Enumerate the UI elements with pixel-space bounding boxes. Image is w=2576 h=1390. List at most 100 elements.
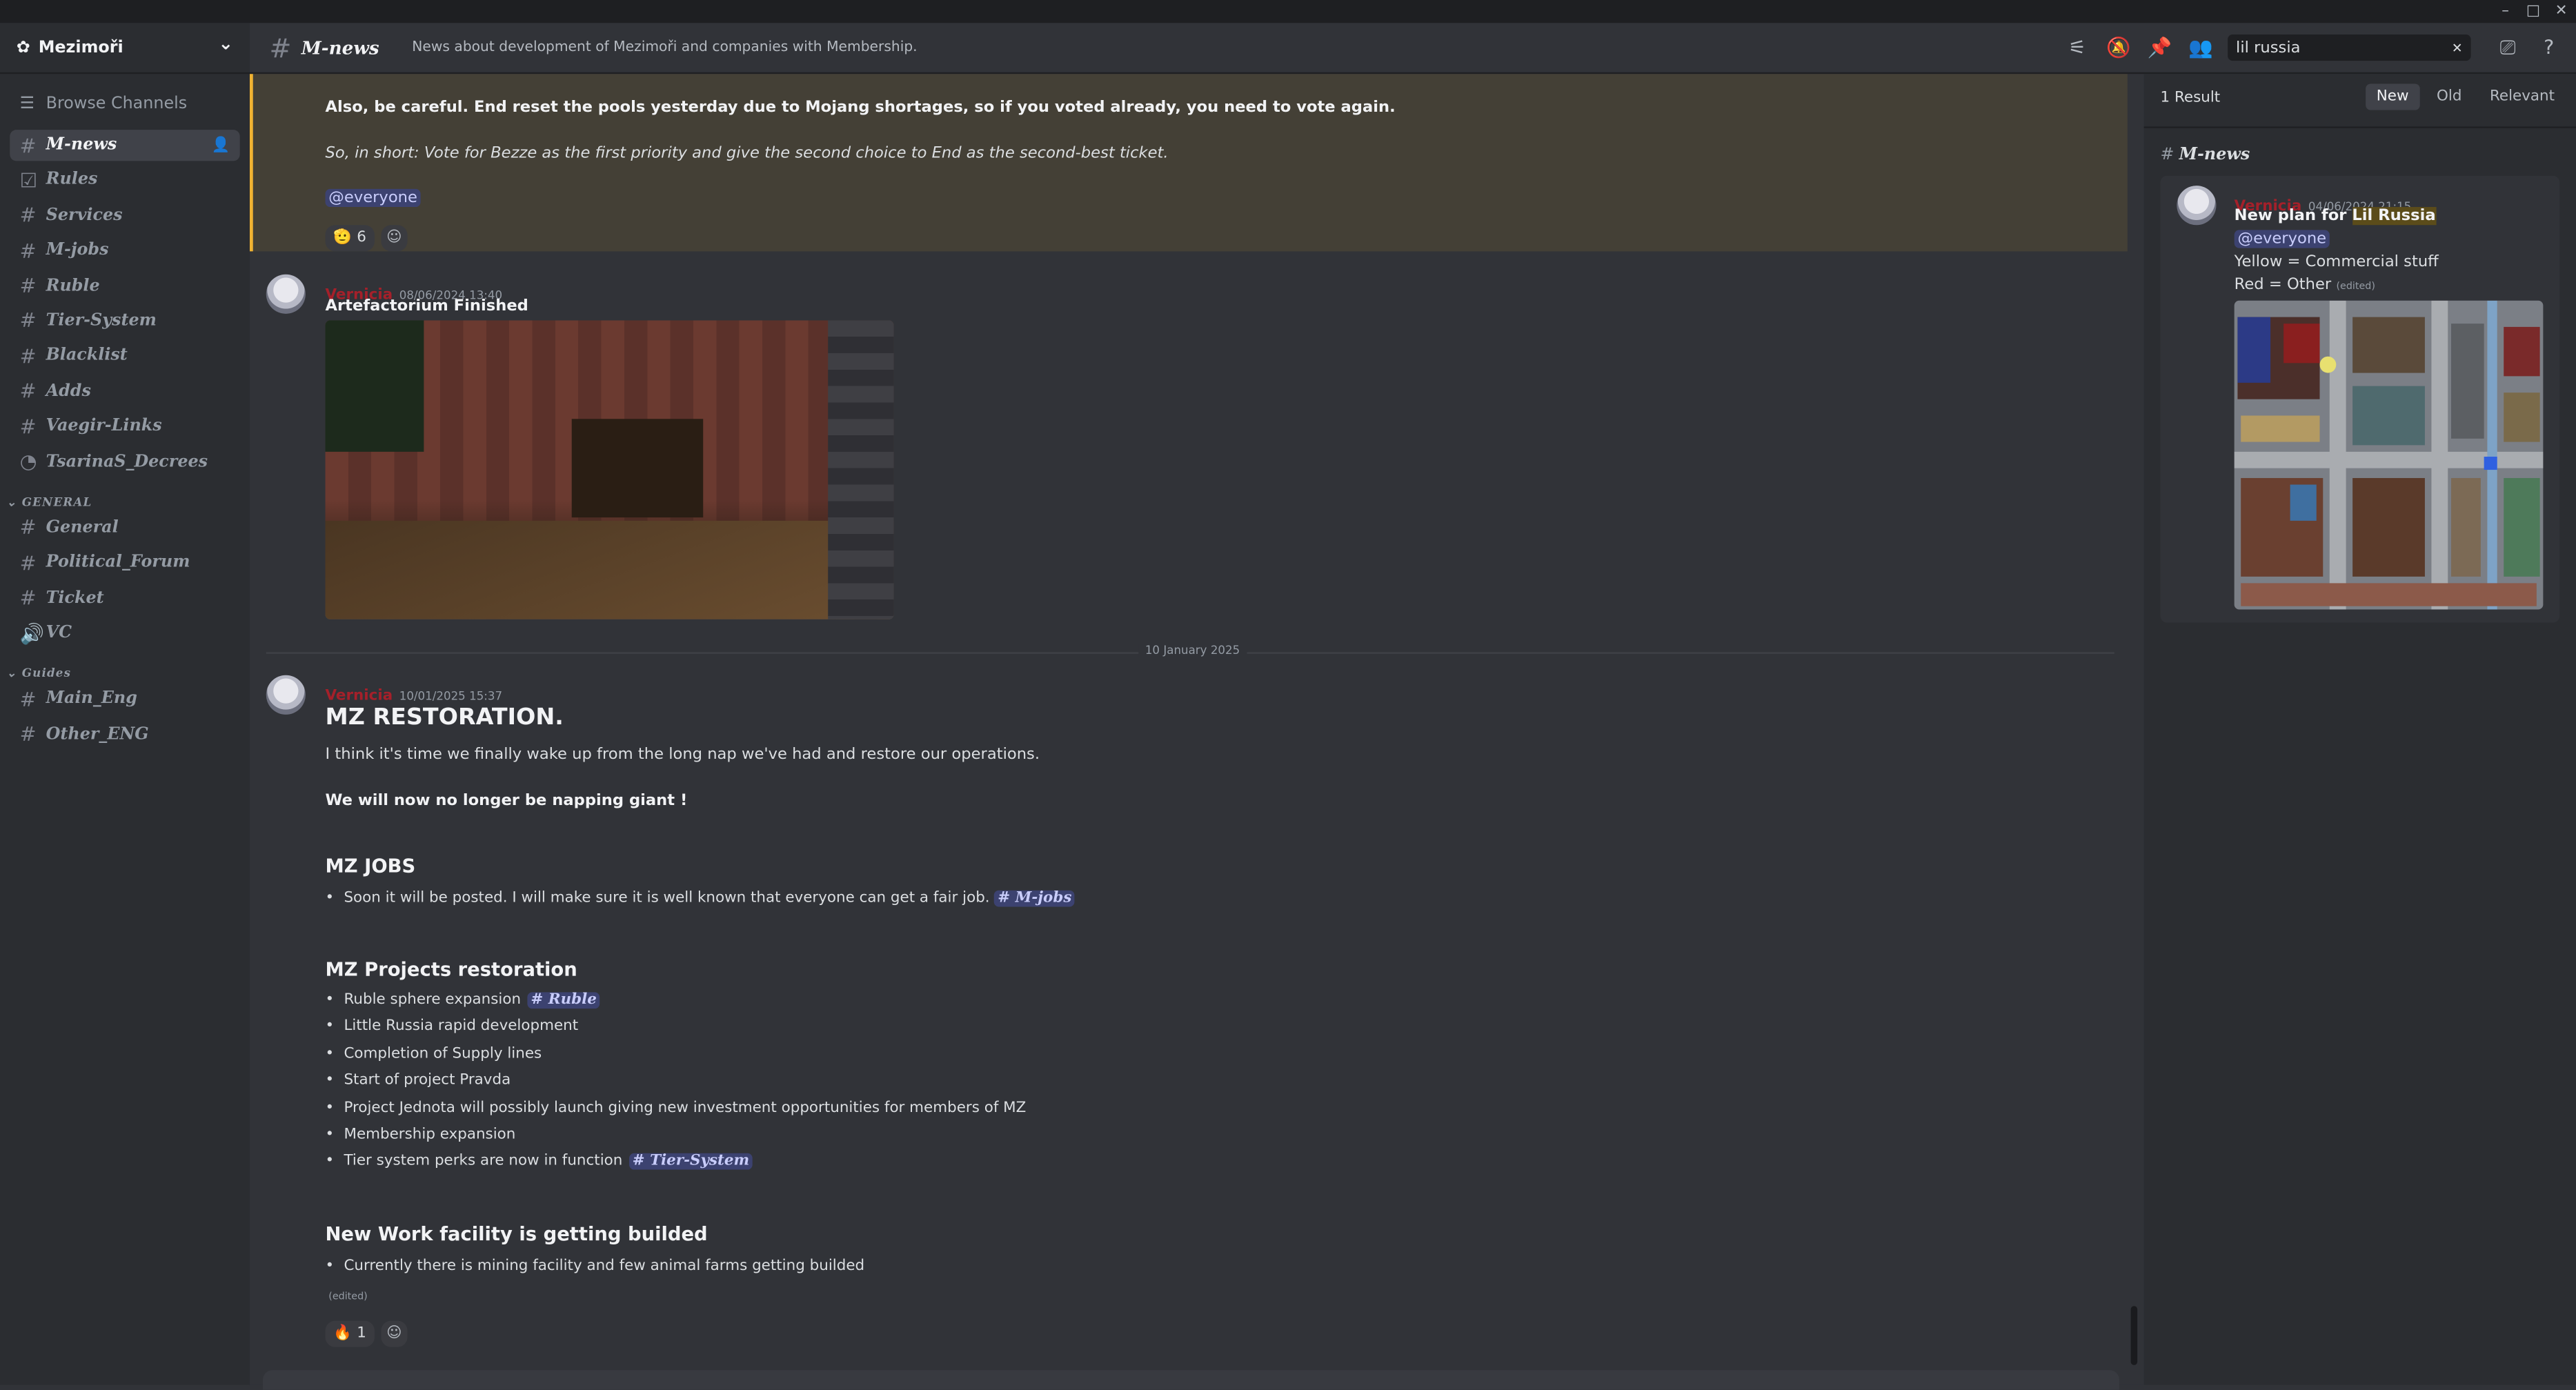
sidebar-item-label: Services [46, 206, 123, 225]
message-composer[interactable] [263, 1370, 2119, 1390]
search-input[interactable]: lil russia ✕ [2228, 34, 2471, 61]
salute-emoji-icon: 🫡 [333, 230, 353, 247]
map-block [2237, 317, 2271, 383]
list-item: Currently there is mining facility and f… [326, 1258, 865, 1275]
discord-window: – □ ✕ ✿ Mezimoři ⌄ ☰ Browse Channels # M-… [0, 0, 2576, 1390]
tab-new[interactable]: New [2365, 83, 2421, 110]
search-value: lil russia [2236, 38, 2301, 57]
sidebar-item-services[interactable]: # Services [10, 200, 239, 231]
help-icon[interactable]: ? [2528, 36, 2570, 59]
map-block [2504, 393, 2540, 442]
browse-channels-button[interactable]: ☰ Browse Channels [10, 87, 239, 120]
sidebar-item-general[interactable]: # General [10, 513, 239, 544]
list-item: Tier system perks are now in function # T… [326, 1153, 1027, 1181]
list-item: Little Russia rapid development [326, 1019, 1027, 1046]
hash-icon: # [19, 586, 37, 610]
result-channel-label: M-news [2179, 146, 2250, 165]
message-heading: MZ RESTORATION. [325, 704, 564, 731]
image-part [571, 419, 704, 518]
sidebar-item-rules[interactable]: ☑ Rules [10, 165, 239, 196]
channel-mention-ruble[interactable]: # Ruble [527, 992, 600, 1009]
map-block [2352, 317, 2425, 373]
sidebar-item-tier-system[interactable]: # Tier-System [10, 306, 239, 337]
invite-icon[interactable]: 👤 [212, 137, 230, 154]
sidebar-item-label: Political_Forum [46, 554, 190, 573]
sidebar-item-tsarinas-decrees[interactable]: ◔ TsarinaS_Decrees [10, 446, 239, 477]
tab-old[interactable]: Old [2425, 83, 2473, 110]
message-heading: MZ Projects restoration [325, 957, 577, 981]
member-list-icon[interactable]: 👥 [2180, 36, 2221, 59]
inbox-icon[interactable]: ⎚ [2487, 35, 2528, 60]
sidebar-item-ticket[interactable]: # Ticket [10, 583, 239, 614]
message-text: I think it's time we finally wake up fro… [325, 746, 1040, 764]
server-name: Mezimoři [38, 38, 123, 57]
pin-icon[interactable]: 📌 [2139, 36, 2181, 59]
hash-icon: # [19, 274, 37, 298]
sidebar-item-label: Tier-System [46, 312, 157, 330]
everyone-mention[interactable]: @everyone [325, 188, 421, 208]
notifications-muted-icon[interactable]: 🔕 [2098, 36, 2139, 59]
reaction-fire[interactable]: 🔥 1 [325, 1320, 375, 1347]
avatar[interactable] [2177, 186, 2217, 226]
everyone-mention[interactable]: @everyone [2234, 230, 2330, 248]
add-reaction-icon[interactable]: ☺ [381, 225, 408, 252]
list-item-text: Ruble sphere expansion [344, 992, 522, 1009]
list-item-text: Currently there is mining facility and f… [344, 1258, 865, 1275]
scrollbar[interactable] [2130, 1306, 2138, 1365]
sidebar-item-label: Ruble [46, 277, 100, 295]
sidebar-item-adds[interactable]: # Adds [10, 376, 239, 407]
clear-search-icon[interactable]: ✕ [2452, 40, 2463, 54]
channel-list-general: # General # Political_Forum # Ticket 🔊 VC [0, 513, 250, 649]
channel-header: # M-news News about development of Mezim… [249, 23, 2576, 75]
threads-icon[interactable]: ⚟ [2057, 36, 2098, 59]
image-part [828, 320, 894, 619]
sidebar-item-ruble[interactable]: # Ruble [10, 270, 239, 301]
channel-icon: ◔ [19, 450, 37, 473]
hash-icon: # [19, 239, 37, 263]
results-count: 1 Result [2160, 90, 2221, 107]
message-author[interactable]: Vernicia [326, 688, 393, 705]
sidebar-item-label: M-jobs [46, 241, 109, 260]
map-block [2241, 415, 2320, 442]
search-result-card[interactable]: Vernicia04/06/2024 21:15 New plan for Li… [2160, 175, 2560, 623]
attachment-image[interactable] [325, 320, 894, 619]
image-part [325, 320, 424, 452]
close-window-button[interactable]: ✕ [2546, 0, 2576, 23]
sidebar-item-other-eng[interactable]: # Other_ENG [10, 719, 239, 751]
map-block [2290, 484, 2317, 521]
category-guides[interactable]: ⌄ Guides [7, 666, 240, 680]
sidebar-item-blacklist[interactable]: # Blacklist [10, 341, 239, 372]
reaction-salute[interactable]: 🫡 6 [325, 225, 375, 252]
category-general[interactable]: ⌄ GENERAL [7, 494, 240, 508]
list-item-text: Tier system perks are now in function [344, 1153, 623, 1171]
sidebar-item-vc[interactable]: 🔊 VC [10, 618, 239, 649]
sidebar-item-vaegir-links[interactable]: # Vaegir-Links [10, 411, 239, 442]
attachment-map-image[interactable] [2234, 300, 2544, 610]
minimize-button[interactable]: – [2490, 0, 2520, 23]
sidebar-item-m-news[interactable]: # M-news 👤 [10, 130, 240, 161]
sidebar-item-political-forum[interactable]: # Political_Forum [10, 548, 239, 579]
channel-mention-tier-system[interactable]: # Tier-System [628, 1153, 753, 1171]
add-reaction-icon[interactable]: ☺ [381, 1320, 408, 1347]
map-block [2504, 326, 2540, 377]
result-channel[interactable]: # M-news [2161, 146, 2250, 164]
sidebar-item-label: General [46, 519, 119, 537]
sidebar-item-label: Adds [46, 382, 91, 401]
channel-list-guides: # Main_Eng # Other_ENG [0, 684, 250, 751]
channel-topic[interactable]: News about development of Mezimoři and c… [412, 39, 917, 56]
chevron-down-icon: ⌄ [218, 32, 234, 54]
chevron-down-icon: ⌄ [6, 493, 22, 509]
server-header[interactable]: ✿ Mezimoři ⌄ [0, 23, 250, 75]
sidebar-item-m-jobs[interactable]: # M-jobs [10, 235, 239, 266]
map-marker [2319, 356, 2337, 373]
maximize-button[interactable]: □ [2519, 0, 2548, 23]
channel-mention-m-jobs[interactable]: # M-jobs [994, 890, 1076, 907]
category-guides-label: Guides [21, 665, 72, 681]
tab-relevant[interactable]: Relevant [2478, 83, 2566, 110]
hash-icon: # [19, 203, 37, 228]
sidebar-item-label: TsarinaS_Decrees [46, 453, 208, 471]
avatar[interactable] [266, 675, 306, 715]
list-icon: ☰ [19, 94, 34, 113]
sidebar-item-main-eng[interactable]: # Main_Eng [10, 684, 239, 715]
avatar[interactable] [266, 274, 306, 314]
